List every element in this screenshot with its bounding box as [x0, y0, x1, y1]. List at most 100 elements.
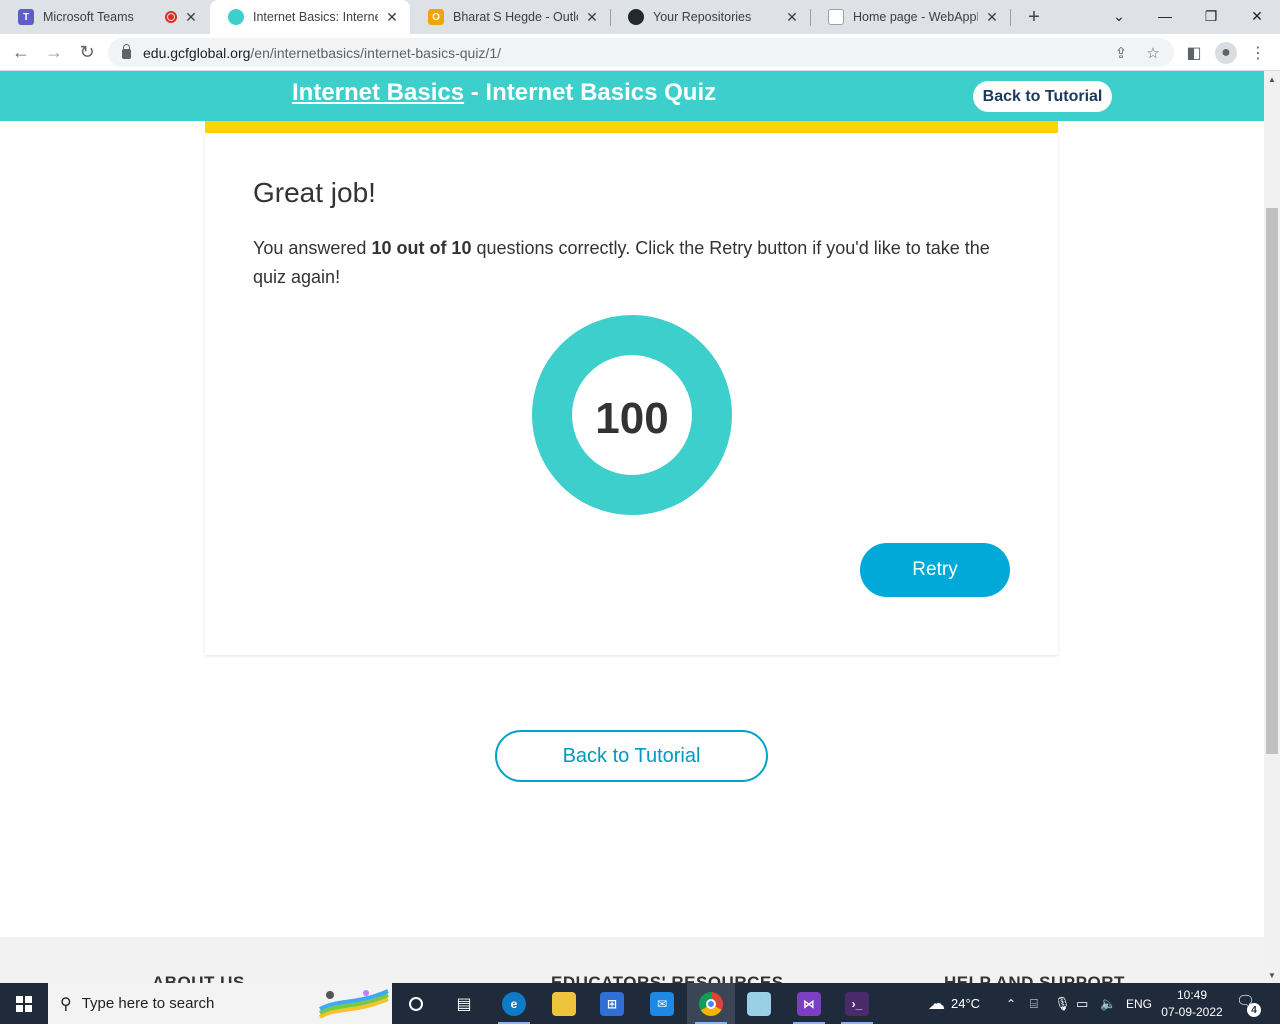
- quiz-result-card: Great job! You answered 10 out of 10 que…: [205, 133, 1058, 655]
- recording-icon: [165, 11, 177, 23]
- score-value: 100: [595, 394, 669, 443]
- close-tab-icon[interactable]: ✕: [183, 9, 199, 25]
- document-icon: [828, 9, 844, 25]
- result-text: You answered 10 out of 10 questions corr…: [253, 234, 1013, 292]
- store-icon: ⊞: [600, 991, 624, 1016]
- result-text-before: You answered: [253, 238, 372, 258]
- scroll-up-icon[interactable]: ▲: [1264, 71, 1280, 87]
- close-tab-icon[interactable]: ✕: [584, 9, 600, 25]
- back-to-tutorial-button[interactable]: Back to Tutorial: [495, 730, 768, 782]
- language-indicator[interactable]: ENG: [1126, 983, 1152, 1024]
- edge-icon: e: [502, 991, 526, 1016]
- taskbar-mail[interactable]: ✉: [638, 983, 686, 1024]
- back-arrow-icon[interactable]: ←: [7, 38, 35, 66]
- tab-webapp[interactable]: Home page - WebAppDE ✕: [810, 0, 1010, 34]
- title-separator: -: [464, 79, 486, 106]
- result-heading: Great job!: [253, 177, 376, 208]
- close-tab-icon[interactable]: ✕: [384, 9, 400, 25]
- reload-icon[interactable]: ↻: [73, 38, 101, 66]
- new-tab-icon[interactable]: +: [1022, 5, 1046, 29]
- tab-search-chevron-icon[interactable]: ⌄: [1096, 0, 1142, 32]
- close-tab-icon[interactable]: ✕: [984, 9, 1000, 25]
- github-icon: [628, 9, 644, 25]
- terminal-icon: ›_: [845, 991, 869, 1016]
- visual-studio-icon: ⋈: [797, 991, 821, 1016]
- bookmark-star-icon[interactable]: ☆: [1144, 44, 1162, 62]
- search-placeholder: Type here to search: [81, 995, 215, 1012]
- tab-github[interactable]: Your Repositories ✕: [610, 0, 810, 34]
- temperature: 24°C: [951, 996, 981, 1011]
- tab-title: Bharat S Hegde - Outlook: [453, 10, 578, 24]
- menu-kebab-icon[interactable]: ⋮: [1247, 42, 1269, 64]
- scrollbar-thumb[interactable]: [1266, 208, 1278, 754]
- close-tab-icon[interactable]: ✕: [784, 9, 800, 25]
- task-view-icon: ▤: [456, 995, 472, 1013]
- clock-date: 07-09-2022: [1161, 1005, 1223, 1019]
- windows-logo-icon: [16, 995, 32, 1012]
- search-icon: ⚲: [60, 995, 72, 1013]
- site-footer: ABOUT US EDUCATORS' RESOURCES HELP AND S…: [0, 937, 1264, 983]
- volume-icon[interactable]: 🔈: [1100, 983, 1116, 1024]
- chrome-icon: [699, 991, 723, 1016]
- forward-arrow-icon[interactable]: →: [40, 38, 68, 66]
- taskbar-edge[interactable]: e: [490, 983, 538, 1024]
- footer-heading-help: HELP AND SUPPORT: [944, 973, 1125, 983]
- tab-title: Your Repositories: [653, 10, 752, 24]
- notes-icon: [747, 991, 771, 1016]
- url-path: /en/internetbasics/internet-basics-quiz/…: [250, 44, 501, 61]
- tray-device-icon[interactable]: ⌸: [1030, 983, 1038, 1024]
- side-panel-icon[interactable]: ◧: [1183, 42, 1205, 64]
- network-icon[interactable]: ▭: [1076, 983, 1088, 1024]
- header-back-to-tutorial-button[interactable]: Back to Tutorial: [973, 81, 1112, 112]
- restore-icon[interactable]: ❐: [1188, 0, 1234, 32]
- site-header: Internet Basics - Internet Basics Quiz B…: [0, 71, 1264, 121]
- result-score-bold: 10 out of 10: [371, 238, 472, 258]
- weather-widget[interactable]: ☁ 24°C: [928, 983, 980, 1024]
- quiz-title: Internet Basics Quiz: [485, 79, 717, 106]
- page-scrollbar[interactable]: ▲ ▼: [1264, 71, 1280, 983]
- windows-taskbar: ⚲ Type here to search ▤ e ⊞ ✉ ⋈ ›_ ☁ 24°…: [0, 983, 1280, 1024]
- taskbar-store[interactable]: ⊞: [588, 983, 636, 1024]
- taskbar-chrome[interactable]: [687, 983, 735, 1024]
- tab-title: Microsoft Teams: [43, 10, 134, 24]
- cortana-circle-icon: [409, 996, 423, 1011]
- folder-icon: [552, 991, 576, 1016]
- lock-icon[interactable]: [122, 44, 131, 59]
- profile-avatar-icon[interactable]: ●: [1215, 42, 1237, 64]
- taskbar-visual-studio[interactable]: ⋈: [785, 983, 833, 1024]
- browser-tab-strip: T Microsoft Teams ✕ Internet Basics: Int…: [0, 0, 1280, 34]
- tab-outlook[interactable]: O Bharat S Hegde - Outlook ✕: [410, 0, 610, 34]
- course-link[interactable]: Internet Basics: [292, 79, 464, 106]
- tray-overflow-chevron-icon[interactable]: ⌃: [1006, 983, 1016, 1024]
- tab-separator: [1010, 9, 1011, 26]
- browser-toolbar: ← → ↻ edu.gcfglobal.org/en/internetbasic…: [0, 34, 1280, 71]
- page-title: Internet Basics - Internet Basics Quiz: [292, 79, 716, 107]
- taskbar-clock[interactable]: 10:49 07-09-2022: [1160, 987, 1224, 1021]
- teams-icon: T: [18, 9, 34, 25]
- widgets-button[interactable]: ▤: [440, 983, 488, 1024]
- share-icon[interactable]: ⇪: [1112, 44, 1130, 62]
- tab-internet-basics[interactable]: Internet Basics: Internet B ✕: [210, 0, 410, 34]
- address-bar[interactable]: edu.gcfglobal.org/en/internetbasics/inte…: [108, 38, 1174, 67]
- scroll-down-icon[interactable]: ▼: [1264, 967, 1280, 983]
- taskbar-notes[interactable]: [735, 983, 783, 1024]
- microphone-icon[interactable]: 🎙: [1054, 983, 1071, 1024]
- tab-microsoft-teams[interactable]: T Microsoft Teams ✕: [0, 0, 209, 34]
- mail-icon: ✉: [650, 991, 674, 1016]
- cloud-rain-icon: ☁: [928, 993, 945, 1013]
- search-highlight-art-icon: [318, 989, 389, 1019]
- task-view-button[interactable]: [392, 983, 440, 1024]
- retry-button[interactable]: Retry: [860, 543, 1010, 597]
- clock-time: 10:49: [1176, 988, 1208, 1002]
- footer-heading-about: ABOUT US: [152, 973, 245, 983]
- gcf-icon: [228, 9, 244, 25]
- url-host: edu.gcfglobal.org: [143, 44, 251, 61]
- minimize-icon[interactable]: —: [1142, 0, 1188, 32]
- tab-title: Internet Basics: Internet B: [253, 10, 378, 24]
- close-window-icon[interactable]: ✕: [1234, 0, 1280, 32]
- notification-count-badge: 4: [1247, 1003, 1261, 1017]
- footer-heading-educators: EDUCATORS' RESOURCES: [551, 973, 784, 983]
- taskbar-terminal[interactable]: ›_: [833, 983, 881, 1024]
- taskbar-file-explorer[interactable]: [540, 983, 588, 1024]
- start-button[interactable]: [0, 983, 48, 1024]
